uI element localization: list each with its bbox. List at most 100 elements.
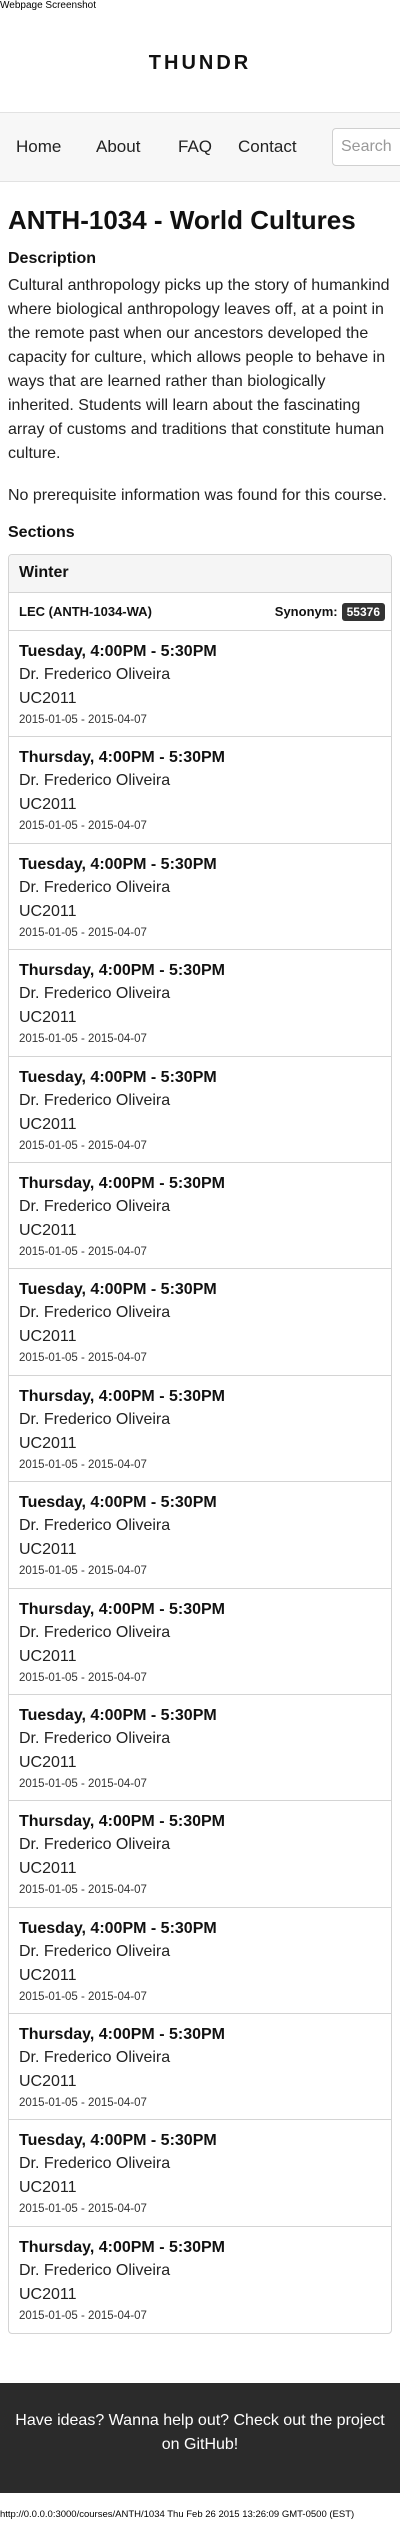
meeting-time: Tuesday, 4:00PM - 5:30PM (19, 1281, 217, 1299)
meeting-professor: Dr. Frederico Oliveira (19, 1623, 171, 1641)
meeting-room: UC2011 (19, 2073, 77, 2091)
meeting-dates: 2015-01-05 - 2015-04-07 (19, 2203, 147, 2216)
meeting-room: UC2011 (19, 2179, 77, 2197)
meeting-time: Thursday, 4:00PM - 5:30PM (19, 2238, 225, 2256)
meeting-row: Tuesday, 4:00PM - 5:30PM Dr. Frederico Ol… (9, 844, 391, 951)
meeting-time: Thursday, 4:00PM - 5:30PM (19, 2026, 225, 2044)
meeting-professor: Dr. Frederico Oliveira (19, 772, 171, 790)
meeting-dates: 2015-01-05 - 2015-04-07 (19, 1777, 147, 1790)
meeting-time: Tuesday, 4:00PM - 5:30PM (19, 643, 217, 660)
meeting-dates: 2015-01-05 - 2015-04-07 (19, 1565, 147, 1578)
meeting-row: Tuesday, 4:00PM - 5:30PM Dr. Frederico Ol… (9, 1482, 391, 1589)
meeting-list: Tuesday, 4:00PM - 5:30PM Dr. Frederico Ol… (9, 631, 391, 2333)
sections-heading: Sections (8, 524, 75, 541)
meeting-professor: Dr. Frederico Oliveira (19, 2155, 171, 2173)
meeting-professor: Dr. Frederico Oliveira (19, 1836, 171, 1854)
status-url: http://0.0.0.0:3000/courses/ANTH/1034 Th… (0, 2509, 355, 2520)
term-name: Winter (9, 555, 391, 593)
screenshot-label: Webpage Screenshot (0, 0, 96, 11)
meeting-time: Thursday, 4:00PM - 5:30PM (19, 1600, 225, 1618)
meeting-row: Tuesday, 4:00PM - 5:30PM Dr. Frederico Ol… (9, 2120, 391, 2227)
meeting-professor: Dr. Frederico Oliveira (19, 1091, 171, 1109)
synonym: Synonym: 55376 (274, 602, 385, 621)
meeting-time: Thursday, 4:00PM - 5:30PM (19, 1387, 225, 1405)
section-row: LEC (ANTH-1034-WA) Synonym: 55376 (9, 593, 391, 631)
meeting-dates: 2015-01-05 - 2015-04-07 (19, 926, 147, 939)
meeting-row: Tuesday, 4:00PM - 5:30PM Dr. Frederico Ol… (9, 1057, 391, 1163)
meeting-room: UC2011 (19, 1966, 77, 1984)
meeting-row: Tuesday, 4:00PM - 5:30PM Dr. Frederico Ol… (9, 1908, 391, 2015)
meeting-time: Tuesday, 4:00PM - 5:30PM (19, 855, 217, 873)
section-type: LEC (ANTH-1034-WA) (19, 604, 152, 619)
meeting-dates: 2015-01-05 - 2015-04-07 (19, 1990, 147, 2003)
meeting-professor: Dr. Frederico Oliveira (19, 2049, 171, 2067)
meeting-dates: 2015-01-05 - 2015-04-07 (19, 1671, 147, 1684)
course-content: ANTH-1034 - World Cultures Description C… (8, 200, 392, 2335)
meeting-time: Tuesday, 4:00PM - 5:30PM (19, 2132, 217, 2150)
meeting-professor: Dr. Frederico Oliveira (19, 1517, 171, 1535)
github-link[interactable]: Have ideas? Wanna help out? Check out th… (15, 2412, 384, 2453)
meeting-row: Tuesday, 4:00PM - 5:30PM Dr. Frederico Ol… (9, 1269, 391, 1376)
meeting-time: Tuesday, 4:00PM - 5:30PM (19, 1068, 217, 1086)
meeting-professor: Dr. Frederico Oliveira (19, 1304, 171, 1322)
meeting-row: Thursday, 4:00PM - 5:30PM Dr. Frederico O… (9, 2014, 391, 2121)
meeting-dates: 2015-01-05 - 2015-04-07 (19, 1884, 147, 1897)
meeting-professor: Dr. Frederico Oliveira (19, 1197, 171, 1215)
nav-faq-link[interactable]: FAQ (178, 137, 212, 157)
meeting-room: UC2011 (19, 1009, 77, 1027)
meeting-row: Thursday, 4:00PM - 5:30PM Dr. Frederico O… (9, 950, 391, 1057)
meeting-row: Tuesday, 4:00PM - 5:30PM Dr. Frederico Ol… (9, 631, 391, 738)
course-title: ANTH-1034 - World Cultures (8, 205, 356, 235)
meeting-row: Tuesday, 4:00PM - 5:30PM Dr. Frederico Ol… (9, 1695, 391, 1802)
meeting-professor: Dr. Frederico Oliveira (19, 1942, 171, 1960)
nav-contact-link[interactable]: Contact (238, 137, 297, 157)
meeting-time: Tuesday, 4:00PM - 5:30PM (19, 1919, 217, 1937)
meeting-professor: Dr. Frederico Oliveira (19, 1729, 171, 1747)
meeting-time: Thursday, 4:00PM - 5:30PM (19, 962, 225, 980)
meeting-row: Thursday, 4:00PM - 5:30PM Dr. Frederico O… (9, 1589, 391, 1695)
meeting-room: UC2011 (19, 902, 77, 920)
meeting-room: UC2011 (19, 1860, 77, 1878)
meeting-time: Thursday, 4:00PM - 5:30PM (19, 1174, 225, 1192)
meeting-room: UC2011 (19, 796, 77, 814)
prerequisite-info: No prerequisite information was found fo… (8, 487, 387, 504)
meeting-room: UC2011 (19, 1434, 77, 1452)
nav-about-link[interactable]: About (96, 137, 140, 157)
meeting-room: UC2011 (19, 1753, 77, 1771)
synonym-badge: 55376 (341, 602, 385, 621)
meeting-dates: 2015-01-05 - 2015-04-07 (19, 1033, 147, 1046)
meeting-room: UC2011 (19, 1115, 77, 1133)
meeting-dates: 2015-01-05 - 2015-04-07 (19, 1245, 147, 1258)
meeting-dates: 2015-01-05 - 2015-04-07 (19, 820, 147, 833)
meeting-time: Thursday, 4:00PM - 5:30PM (19, 1813, 225, 1831)
course-description: Cultural anthropology picks up the story… (8, 277, 390, 462)
page-footer: Have ideas? Wanna help out? Check out th… (0, 2383, 400, 2493)
term-panel: Winter LEC (ANTH-1034-WA) Synonym: 55376… (8, 554, 392, 2335)
meeting-room: UC2011 (19, 1328, 77, 1346)
meeting-time: Thursday, 4:00PM - 5:30PM (19, 749, 225, 767)
meeting-dates: 2015-01-05 - 2015-04-07 (19, 2309, 147, 2322)
meeting-professor: Dr. Frederico Oliveira (19, 878, 171, 896)
meeting-row: Thursday, 4:00PM - 5:30PM Dr. Frederico O… (9, 1163, 391, 1270)
meeting-professor: Dr. Frederico Oliveira (19, 666, 171, 683)
meeting-room: UC2011 (19, 1647, 77, 1665)
meeting-professor: Dr. Frederico Oliveira (19, 985, 171, 1003)
meeting-professor: Dr. Frederico Oliveira (19, 2261, 171, 2279)
meeting-row: Thursday, 4:00PM - 5:30PM Dr. Frederico O… (9, 2227, 391, 2333)
meeting-dates: 2015-01-05 - 2015-04-07 (19, 1139, 147, 1152)
description-heading: Description (8, 250, 97, 267)
search-input[interactable] (332, 128, 400, 166)
meeting-room: UC2011 (19, 690, 77, 707)
meeting-row: Thursday, 4:00PM - 5:30PM Dr. Frederico O… (9, 1801, 391, 1908)
meeting-room: UC2011 (19, 1221, 77, 1239)
meeting-dates: 2015-01-05 - 2015-04-07 (19, 1352, 147, 1365)
site-logo[interactable]: THUNDR (0, 52, 400, 75)
nav-home-link[interactable]: Home (16, 137, 61, 157)
meeting-dates: 2015-01-05 - 2015-04-07 (19, 714, 147, 726)
meeting-professor: Dr. Frederico Oliveira (19, 1410, 171, 1428)
meeting-dates: 2015-01-05 - 2015-04-07 (19, 1458, 147, 1471)
meeting-time: Tuesday, 4:00PM - 5:30PM (19, 1494, 217, 1512)
synonym-label: Synonym: (274, 604, 338, 619)
meeting-room: UC2011 (19, 2285, 77, 2303)
meeting-time: Tuesday, 4:00PM - 5:30PM (19, 1706, 217, 1724)
